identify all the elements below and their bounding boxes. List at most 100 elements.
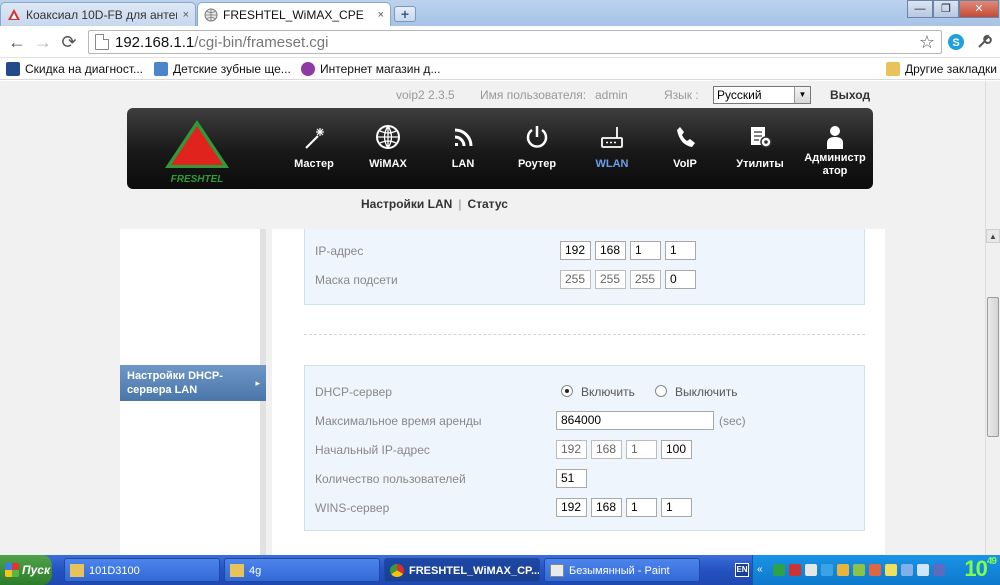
task-label: 101D3100 xyxy=(89,565,140,577)
chevron-down-icon: ▼ xyxy=(794,87,810,103)
mask-octet-1[interactable]: 255 xyxy=(560,270,591,289)
forward-button[interactable]: → xyxy=(32,31,54,53)
url-path: /cgi-bin/frameset.cgi xyxy=(194,33,329,51)
tray-app-icon[interactable] xyxy=(773,564,785,576)
bookmark-label: Скидка на диагност... xyxy=(25,62,144,76)
language-select[interactable]: Русский ▼ xyxy=(713,86,811,104)
tray-app-icon[interactable] xyxy=(837,564,849,576)
firmware-version: voip2 2.3.5 xyxy=(396,88,455,102)
tab-freshtel[interactable]: FRESHTEL_WiMAX_CPE × xyxy=(197,2,391,26)
language-label: Язык : xyxy=(664,88,699,102)
ip-octet-4[interactable]: 1 xyxy=(665,241,696,260)
bookmark-item[interactable]: Детские зубные ще... xyxy=(154,61,291,77)
tab-close-icon[interactable]: × xyxy=(183,9,189,21)
nav-master[interactable]: Мастер xyxy=(287,108,341,189)
wins-octet-3[interactable]: 1 xyxy=(626,498,657,517)
logout-link[interactable]: Выход xyxy=(830,88,870,102)
volume-icon[interactable] xyxy=(917,564,929,576)
task-paint[interactable]: Безымянный - Paint xyxy=(544,558,700,582)
scroll-thumb[interactable] xyxy=(987,297,999,437)
tab-koaxial[interactable]: Коаксиал 10D-FB для антен × xyxy=(0,2,196,26)
bookmark-label: Интернет магазин д... xyxy=(320,62,441,76)
mask-octet-2[interactable]: 255 xyxy=(595,270,626,289)
bookmarks-bar: Скидка на диагност... Детские зубные ще.… xyxy=(0,58,1000,80)
start-button[interactable]: Пуск xyxy=(0,555,52,585)
task-label: Безымянный - Paint xyxy=(569,565,670,577)
nav-lan[interactable]: LAN xyxy=(438,108,488,189)
phone-icon xyxy=(677,127,695,147)
url-host: 192.168.1.1 xyxy=(115,33,195,51)
tray-expand-icon[interactable]: « xyxy=(757,564,769,576)
mask-label: Маска подсети xyxy=(315,273,398,287)
user-label: Имя пользователя: xyxy=(480,88,587,102)
browser-toolbar: ← → ⟳ 192.168.1.1/cgi-bin/frameset.cgi ☆… xyxy=(0,26,1000,58)
chevron-right-icon: ▸ xyxy=(255,378,260,388)
submenu-status[interactable]: Статус xyxy=(467,197,507,211)
nav-utilities[interactable]: Утилиты xyxy=(730,108,790,189)
wins-octet-2[interactable]: 168 xyxy=(591,498,622,517)
sidebar-item-label: Настройки DHCP-сервера LAN xyxy=(127,370,223,396)
wins-octet-4[interactable]: 1 xyxy=(661,498,692,517)
dhcp-disable-radio[interactable] xyxy=(655,385,667,397)
tray-app-icon[interactable] xyxy=(933,564,945,576)
sidebar-item-dhcp[interactable]: Настройки DHCP-сервера LAN ▸ xyxy=(120,365,266,401)
tray-app-icon[interactable] xyxy=(821,564,833,576)
submenu: Настройки LAN | Статус xyxy=(361,197,508,211)
start-ip-octet-2[interactable]: 168 xyxy=(591,440,622,459)
page-scrollbar[interactable]: ▲ xyxy=(985,81,1000,555)
page-icon xyxy=(95,34,109,50)
start-ip-octet-4[interactable]: 100 xyxy=(661,440,692,459)
address-bar[interactable]: 192.168.1.1/cgi-bin/frameset.cgi ☆ xyxy=(88,30,942,54)
user-name: admin xyxy=(595,88,628,102)
ip-octet-3[interactable]: 1 xyxy=(630,241,661,260)
globe-favicon-icon xyxy=(204,8,218,21)
nav-wimax[interactable]: WiMAX xyxy=(360,108,416,189)
task-folder-4g[interactable]: 4g xyxy=(224,558,380,582)
start-ip-octet-3[interactable]: 1 xyxy=(626,440,657,459)
language-indicator[interactable]: EN xyxy=(735,563,749,577)
ip-octet-2[interactable]: 168 xyxy=(595,241,626,260)
ip-octet-1[interactable]: 192 xyxy=(560,241,591,260)
maximize-button[interactable]: ❐ xyxy=(933,0,959,18)
users-count-input[interactable]: 51 xyxy=(556,469,587,488)
flower-icon xyxy=(301,62,315,76)
tray-app-icon[interactable] xyxy=(885,564,897,576)
nav-router[interactable]: Роутер xyxy=(509,108,565,189)
chrome-icon xyxy=(390,564,404,577)
nav-wlan[interactable]: WLAN xyxy=(584,108,640,189)
reload-button[interactable]: ⟳ xyxy=(58,31,80,53)
dhcp-enable-radio[interactable] xyxy=(561,385,573,397)
submenu-lan-settings[interactable]: Настройки LAN xyxy=(361,197,452,211)
tab-close-icon[interactable]: × xyxy=(378,9,384,21)
task-folder-101d3100[interactable]: 101D3100 xyxy=(64,558,220,582)
nav-voip[interactable]: VoIP xyxy=(660,108,710,189)
bookmark-item[interactable]: Скидка на диагност... xyxy=(6,61,143,77)
wrench-menu-icon[interactable] xyxy=(974,32,994,52)
clock[interactable]: 1049 xyxy=(964,556,997,581)
bookmark-item[interactable]: Интернет магазин д... xyxy=(301,61,440,77)
bookmark-star-icon[interactable]: ☆ xyxy=(919,32,935,53)
scroll-up-icon[interactable]: ▲ xyxy=(986,229,1000,243)
network-icon[interactable] xyxy=(901,564,913,576)
lease-time-input[interactable]: 864000 xyxy=(556,411,714,430)
minimize-button[interactable]: — xyxy=(907,0,933,18)
back-button[interactable]: ← xyxy=(6,31,28,53)
nav-admin[interactable]: Администр атор xyxy=(799,108,871,189)
task-chrome[interactable]: FRESHTEL_WiMAX_CP... xyxy=(384,558,540,582)
tray-app-icon[interactable] xyxy=(853,564,865,576)
clock-hour: 10 xyxy=(964,556,988,581)
wins-octet-1[interactable]: 192 xyxy=(556,498,587,517)
start-ip-octet-1[interactable]: 192 xyxy=(556,440,587,459)
tray-app-icon[interactable] xyxy=(869,564,881,576)
lan-section: IP-адрес 192 168 1 1 Маска подсети 255 2… xyxy=(304,229,865,305)
task-label: FRESHTEL_WiMAX_CP... xyxy=(409,565,540,577)
skype-icon[interactable]: S xyxy=(946,32,966,52)
new-tab-button[interactable]: + xyxy=(394,6,416,22)
other-bookmarks[interactable]: Другие закладки xyxy=(886,61,997,77)
tray-app-icon[interactable] xyxy=(805,564,817,576)
mask-octet-3[interactable]: 255 xyxy=(630,270,661,289)
tray-app-icon[interactable] xyxy=(789,564,801,576)
close-window-button[interactable]: ✕ xyxy=(959,0,999,18)
mask-octet-4[interactable]: 0 xyxy=(665,270,696,289)
nav-label: VoIP xyxy=(673,158,697,170)
